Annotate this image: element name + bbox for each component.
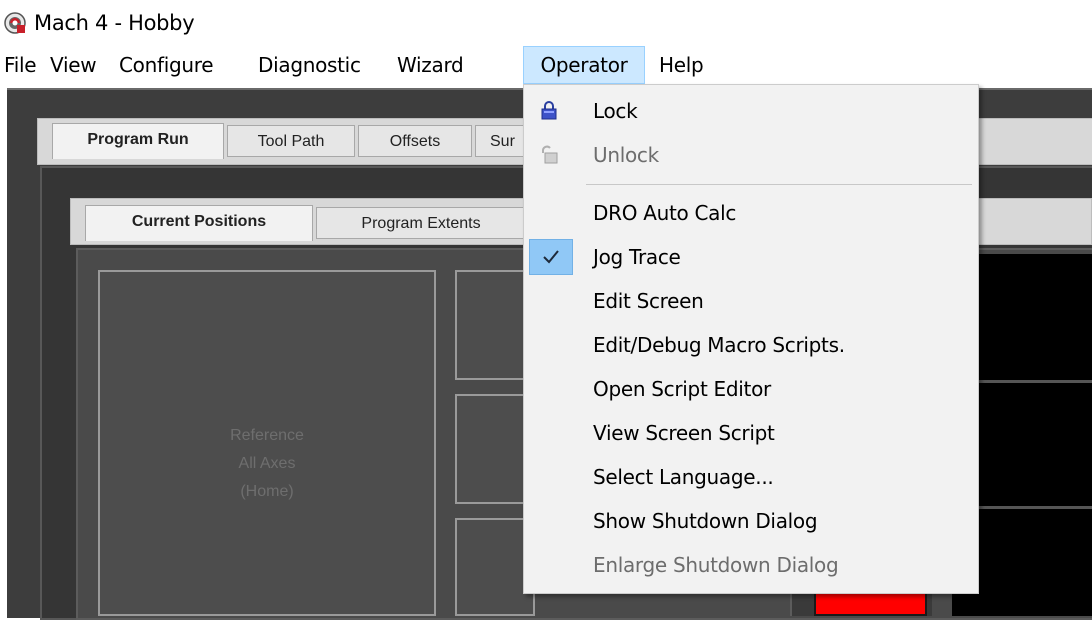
menu-item-show-shutdown-dialog[interactable]: Show Shutdown Dialog — [524, 499, 978, 543]
menu-item-select-language[interactable]: Select Language... — [524, 455, 978, 499]
lock-icon — [541, 101, 557, 120]
menu-help[interactable]: Help — [659, 44, 704, 86]
operator-dropdown-menu: Lock Unlock DRO Auto Calc Jog Trace Edit… — [523, 84, 979, 594]
menu-bar: File View Configure Diagnostic Wizard Op… — [0, 44, 1092, 86]
tab-program-run[interactable]: Program Run — [52, 123, 224, 159]
checked-indicator — [529, 239, 573, 275]
tab-current-positions[interactable]: Current Positions — [85, 205, 313, 241]
menu-item-unlock[interactable]: Unlock — [524, 133, 978, 177]
menu-item-view-screen-script[interactable]: View Screen Script — [524, 411, 978, 455]
mach4-app-icon — [4, 12, 26, 34]
menu-item-open-script-editor[interactable]: Open Script Editor — [524, 367, 978, 411]
tab-program-extents[interactable]: Program Extents — [316, 207, 526, 239]
menu-item-jog-trace[interactable]: Jog Trace — [524, 235, 978, 279]
menu-item-edit-debug-macro-scripts[interactable]: Edit/Debug Macro Scripts. — [524, 323, 978, 367]
menu-diagnostic[interactable]: Diagnostic — [258, 44, 361, 86]
menu-file[interactable]: File — [4, 44, 37, 86]
tab-tool-path[interactable]: Tool Path — [227, 125, 355, 157]
menu-configure[interactable]: Configure — [119, 44, 214, 86]
window-title: Mach 4 - Hobby — [34, 11, 195, 35]
menu-operator[interactable]: Operator — [523, 46, 645, 84]
reference-all-axes-button[interactable]: Reference All Axes (Home) — [98, 270, 436, 616]
menu-view[interactable]: View — [50, 44, 97, 86]
menu-item-lock[interactable]: Lock — [524, 89, 978, 133]
reference-button-label: Reference All Axes (Home) — [230, 427, 304, 500]
title-bar: Mach 4 - Hobby — [0, 0, 1092, 44]
unlock-icon — [542, 145, 558, 164]
menu-item-edit-screen[interactable]: Edit Screen — [524, 279, 978, 323]
tab-offsets[interactable]: Offsets — [358, 125, 472, 157]
menu-separator — [586, 184, 972, 185]
menu-wizard[interactable]: Wizard — [397, 44, 464, 86]
checkmark-icon — [543, 250, 559, 264]
menu-item-enlarge-shutdown-dialog[interactable]: Enlarge Shutdown Dialog — [524, 543, 978, 587]
menu-item-dro-auto-calc[interactable]: DRO Auto Calc — [524, 191, 978, 235]
